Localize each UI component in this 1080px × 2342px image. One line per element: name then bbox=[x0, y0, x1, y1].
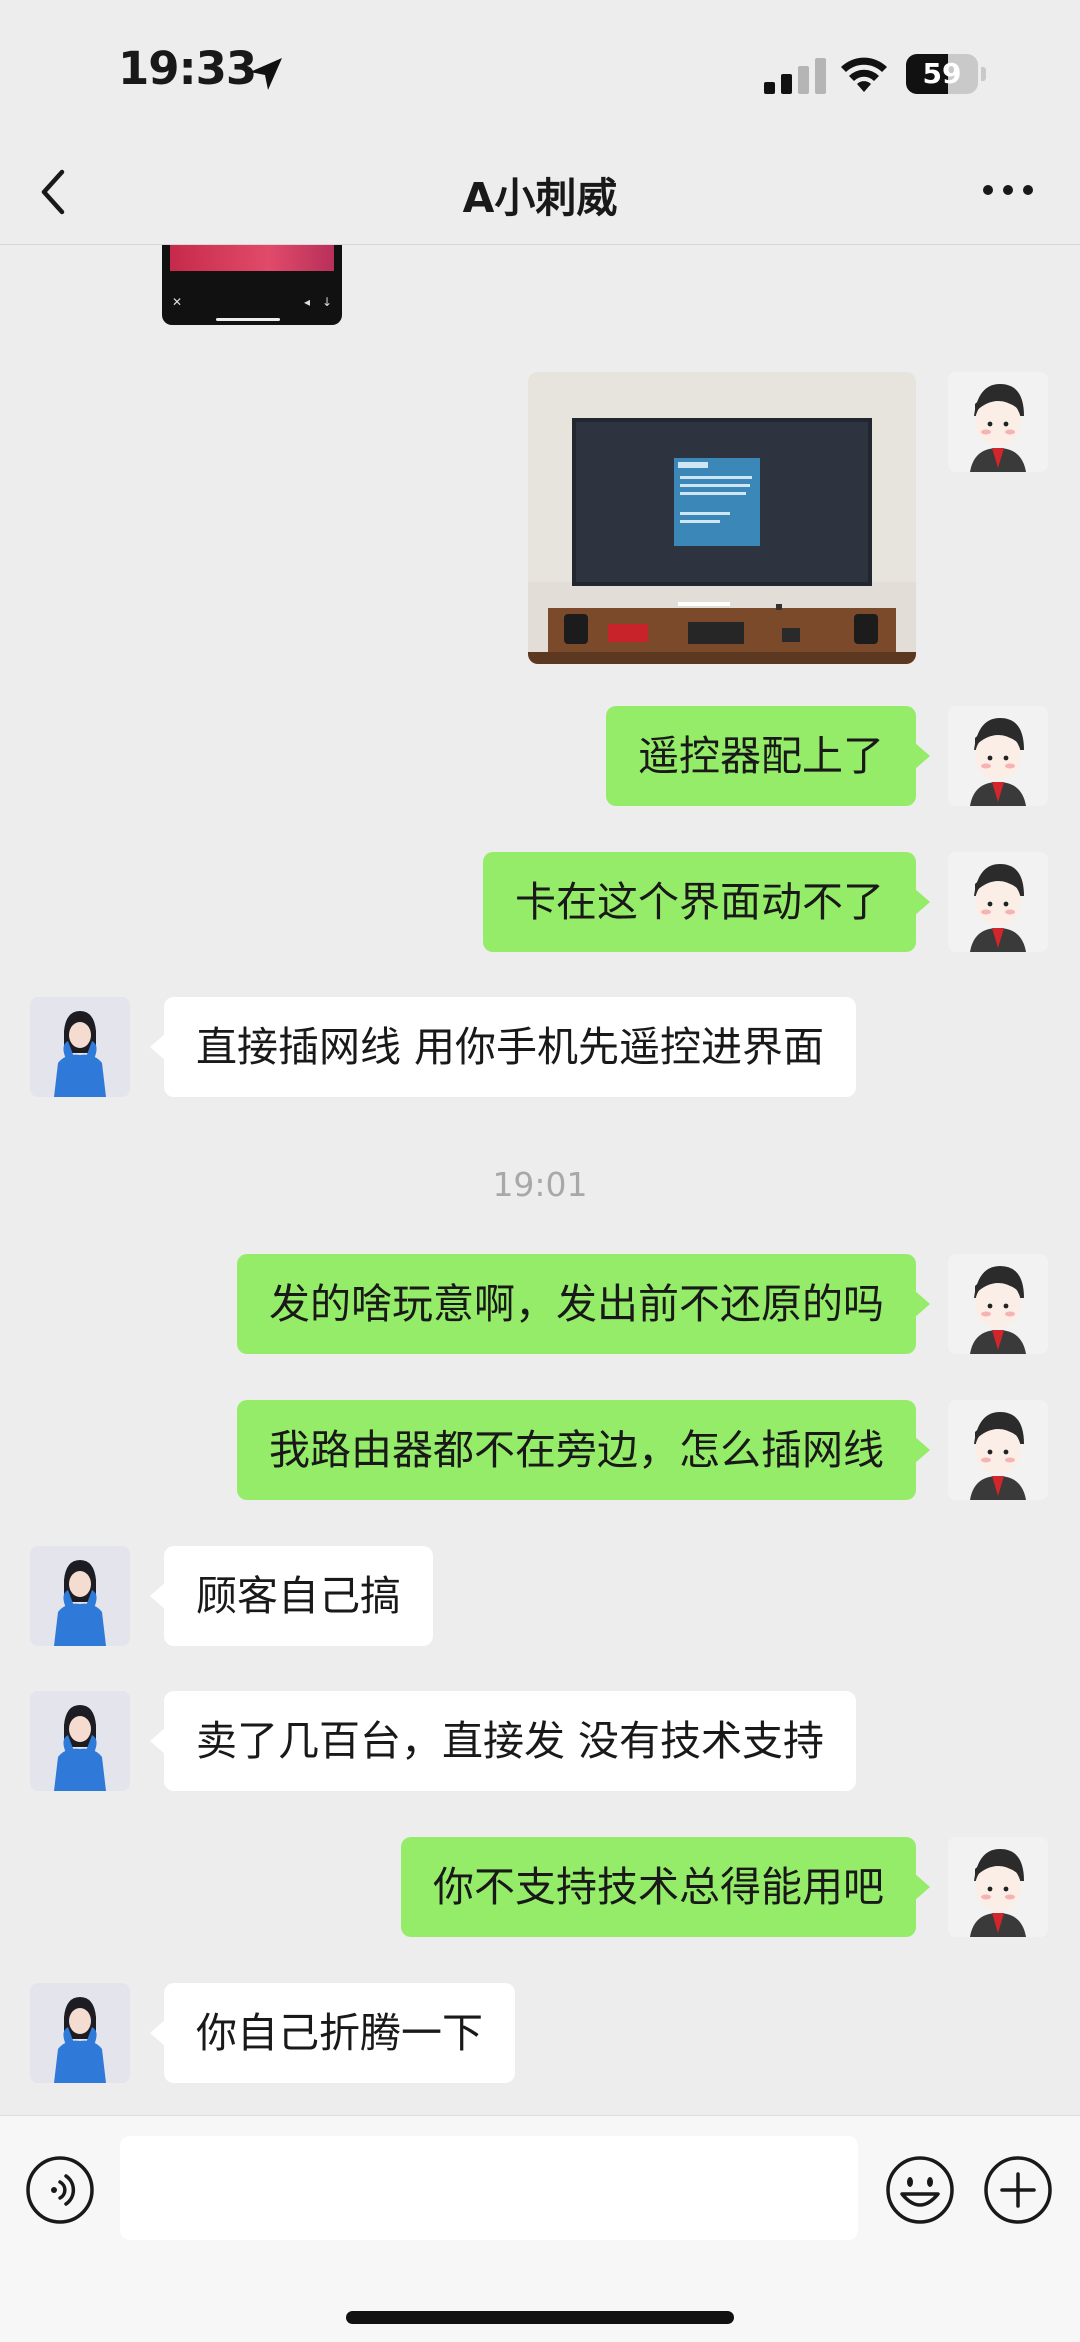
chat-area[interactable]: ✕ ◂ ↓ 遥控器配上了 卡在这个界面动不了 直接插网线 用你手机先遥控进界面 … bbox=[0, 245, 1080, 2115]
received-message-bubble[interactable]: 你自己折腾一下 bbox=[150, 1983, 515, 2083]
message-timestamp: 19:01 bbox=[492, 1165, 588, 1204]
emoji-icon[interactable] bbox=[884, 2154, 956, 2226]
location-arrow-icon bbox=[250, 58, 282, 90]
contact-avatar[interactable] bbox=[30, 1983, 130, 2083]
sent-message-bubble[interactable]: 遥控器配上了 bbox=[606, 706, 930, 806]
contact-avatar[interactable] bbox=[30, 997, 130, 1097]
status-time: 19:33 bbox=[118, 42, 257, 95]
signal-icon bbox=[764, 58, 826, 94]
plus-icon[interactable] bbox=[982, 2154, 1054, 2226]
image-message-tv-photo[interactable] bbox=[528, 372, 916, 664]
my-avatar[interactable] bbox=[948, 852, 1048, 952]
received-message-bubble[interactable]: 顾客自己搞 bbox=[150, 1546, 433, 1646]
status-bar: 19:33 59 bbox=[0, 0, 1080, 140]
voice-icon[interactable] bbox=[24, 2154, 96, 2226]
sent-message-bubble[interactable]: 你不支持技术总得能用吧 bbox=[401, 1837, 930, 1937]
image-message-partial[interactable]: ✕ ◂ ↓ bbox=[162, 245, 342, 325]
nav-bar: A小刺威 bbox=[0, 140, 1080, 245]
input-bar bbox=[0, 2115, 1080, 2342]
sent-message-bubble[interactable]: 发的啥玩意啊，发出前不还原的吗 bbox=[237, 1254, 930, 1354]
chat-title: A小刺威 bbox=[462, 174, 618, 222]
contact-avatar[interactable] bbox=[30, 1691, 130, 1791]
battery-level-text: 59 bbox=[922, 57, 962, 90]
my-avatar[interactable] bbox=[948, 706, 1048, 806]
home-indicator bbox=[346, 2311, 734, 2324]
sent-message-bubble[interactable]: 我路由器都不在旁边，怎么插网线 bbox=[237, 1400, 930, 1500]
message-input[interactable] bbox=[120, 2136, 858, 2240]
wifi-icon bbox=[841, 57, 887, 92]
my-avatar[interactable] bbox=[948, 372, 1048, 472]
my-avatar[interactable] bbox=[948, 1400, 1048, 1500]
my-avatar[interactable] bbox=[948, 1254, 1048, 1354]
received-message-bubble[interactable]: 直接插网线 用你手机先遥控进界面 bbox=[149, 997, 857, 1097]
my-avatar[interactable] bbox=[948, 1837, 1048, 1937]
sent-message-bubble[interactable]: 卡在这个界面动不了 bbox=[483, 852, 930, 952]
more-icon[interactable] bbox=[980, 178, 1036, 202]
battery-indicator: 59 bbox=[906, 54, 986, 94]
received-message-bubble[interactable]: 卖了几百台，直接发 没有技术支持 bbox=[149, 1691, 857, 1791]
contact-avatar[interactable] bbox=[30, 1546, 130, 1646]
